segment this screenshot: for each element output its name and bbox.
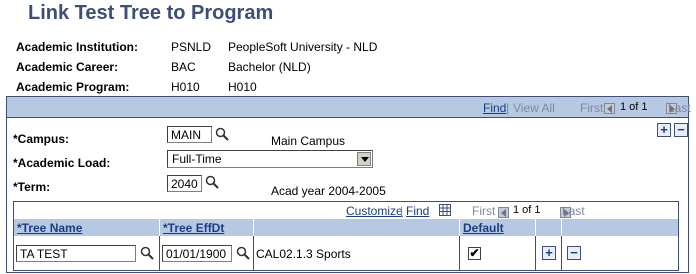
col-tree-name[interactable]: *Tree Name xyxy=(14,219,160,236)
cell-delete: − xyxy=(562,236,678,270)
career-desc: Bachelor (NLD) xyxy=(228,60,311,74)
panel-add-button[interactable]: + xyxy=(657,123,671,137)
grid-nav-bar: Customize | Find First 1 of 1 Last xyxy=(14,202,678,220)
panel-nav-bar: Find | View All First 1 of 1 Last xyxy=(7,97,691,118)
grid-customize-link[interactable]: Customize xyxy=(346,204,403,218)
chevron-down-icon[interactable] xyxy=(357,152,371,166)
table-row: TA TEST 01/01/1900 CAL02.1.3 Sports ✔ + … xyxy=(14,236,678,270)
panel-delete-button[interactable]: − xyxy=(674,123,688,137)
col-tree-name-label[interactable]: *Tree Name xyxy=(17,221,82,235)
cell-default: ✔ xyxy=(460,236,536,270)
col-default[interactable]: Default xyxy=(460,219,536,236)
cell-tree-name: TA TEST xyxy=(14,236,160,270)
page-title: Link Test Tree to Program xyxy=(28,2,274,24)
cell-tree-effdt: 01/01/1900 xyxy=(160,236,254,270)
academic-load-select[interactable]: Full-Time xyxy=(167,150,373,168)
institution-code: PSNLD xyxy=(171,40,212,54)
panel-last[interactable]: Last xyxy=(668,101,691,115)
grid-first[interactable]: First xyxy=(472,204,495,218)
grid-counter: 1 of 1 xyxy=(513,204,541,216)
tree-grid: Customize | Find First 1 of 1 Last *Tree… xyxy=(13,201,679,271)
tree-description: CAL02.1.3 Sports xyxy=(256,247,351,261)
panel-find-link[interactable]: Find xyxy=(483,101,506,115)
campus-desc: Main Campus xyxy=(271,134,346,148)
col-default-label[interactable]: Default xyxy=(463,221,504,235)
campus-label: *Campus: xyxy=(13,132,70,146)
panel-view-all[interactable]: View All xyxy=(513,101,555,115)
col-add xyxy=(536,219,562,236)
grid-find-link[interactable]: Find xyxy=(406,204,429,218)
career-label: Academic Career: xyxy=(16,60,119,74)
default-checkbox[interactable]: ✔ xyxy=(468,247,481,260)
panel-separator: | xyxy=(506,101,510,115)
col-tree-effdt[interactable]: *Tree EffDt xyxy=(160,219,254,236)
grid-download-icon[interactable] xyxy=(439,204,451,216)
tree-effdt-lookup-icon[interactable] xyxy=(236,246,250,260)
tree-effdt-input[interactable]: 01/01/1900 xyxy=(162,245,232,262)
col-tree-effdt-label[interactable]: *Tree EffDt xyxy=(163,221,224,235)
tree-name-lookup-icon[interactable] xyxy=(140,246,154,260)
program-desc: H010 xyxy=(228,80,257,94)
row-delete-button[interactable]: − xyxy=(567,246,581,260)
career-code: BAC xyxy=(171,60,196,74)
panel-counter: 1 of 1 xyxy=(620,101,648,113)
program-scroll-panel: Find | View All First 1 of 1 Last + − *C… xyxy=(6,96,691,273)
institution-desc: PeopleSoft University - NLD xyxy=(228,40,378,54)
tree-name-input[interactable]: TA TEST xyxy=(16,245,136,262)
col-description xyxy=(254,219,460,236)
term-desc: Acad year 2004-2005 xyxy=(271,184,386,198)
program-code: H010 xyxy=(171,80,200,94)
term-lookup-icon[interactable] xyxy=(205,175,219,189)
campus-input[interactable]: MAIN xyxy=(167,126,212,143)
academic-load-label: *Academic Load: xyxy=(13,156,111,170)
program-label: Academic Program: xyxy=(16,80,130,94)
term-label: *Term: xyxy=(13,180,51,194)
campus-lookup-icon[interactable] xyxy=(215,127,229,141)
panel-first[interactable]: First xyxy=(580,101,603,115)
col-delete xyxy=(562,219,678,236)
term-input[interactable]: 2040 xyxy=(167,175,202,192)
cell-description: CAL02.1.3 Sports xyxy=(254,236,460,270)
grid-header-row: *Tree Name *Tree EffDt Default xyxy=(14,219,678,237)
row-add-button[interactable]: + xyxy=(542,246,556,260)
academic-load-value: Full-Time xyxy=(172,152,222,166)
grid-prev-icon[interactable] xyxy=(498,207,509,219)
panel-prev-icon[interactable] xyxy=(604,103,615,115)
cell-add: + xyxy=(536,236,562,270)
grid-last[interactable]: Last xyxy=(562,204,585,218)
grid-separator: | xyxy=(400,204,404,218)
institution-label: Academic Institution: xyxy=(16,40,139,54)
